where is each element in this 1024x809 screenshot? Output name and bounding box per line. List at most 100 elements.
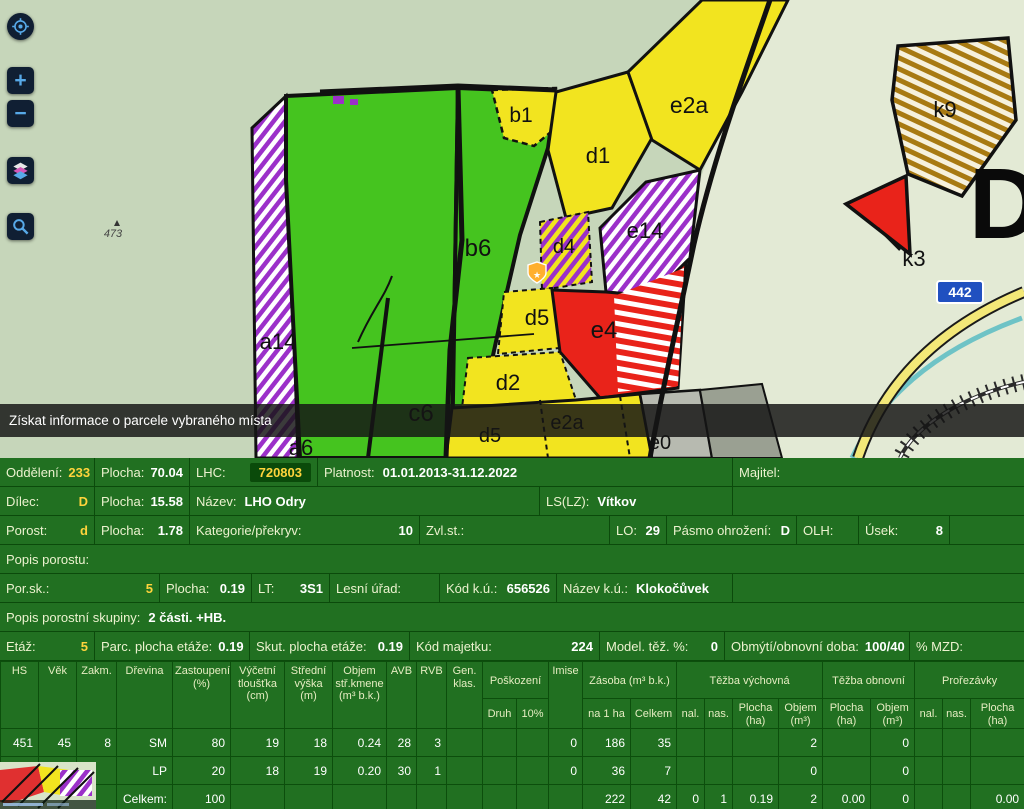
field-lt: LT: 3S1 — [252, 574, 330, 602]
info-row-etaz: Etáž: 5 Parc. plocha etáže: 0.19 Skut. p… — [0, 632, 1024, 661]
field-obmyti: Obmýtí/obnovní doba: 100/40 — [725, 632, 910, 660]
field-label: Úsek: — [865, 523, 898, 538]
field-label: OLH: — [803, 523, 833, 538]
stand-label: b6 — [465, 235, 492, 262]
field-value: 5 — [140, 581, 153, 596]
field-value: LHO Odry — [244, 494, 305, 509]
field-value: d — [74, 523, 88, 538]
col-header-na1ha: na 1 ha — [583, 699, 631, 729]
field-platnost: Platnost: 01.01.2013-31.12.2022 — [318, 458, 733, 486]
field-kod-majetku: Kód majetku: 224 — [410, 632, 600, 660]
cell — [705, 729, 733, 757]
field-value: 70.04 — [144, 465, 183, 480]
layers-icon — [11, 161, 30, 180]
col-header-tv-nal: nal. — [677, 699, 705, 729]
stand-label: a14 — [260, 329, 297, 354]
field-label: Název: — [196, 494, 236, 509]
cell — [517, 729, 549, 757]
cell: 42 — [631, 785, 677, 809]
field-label: LS(LZ): — [546, 494, 589, 509]
svg-text:442: 442 — [948, 284, 972, 300]
layers-button[interactable] — [7, 157, 34, 184]
col-header-10pct: 10% — [517, 699, 549, 729]
cell — [677, 757, 705, 785]
zoom-out-button[interactable]: − — [7, 100, 34, 127]
field-popis-porostu: Popis porostu: — [0, 545, 1024, 573]
marker-star-icon: ★ — [533, 270, 541, 280]
field-label: Popis porostní skupiny: — [6, 610, 140, 625]
col-header-pr-nal: nal. — [915, 699, 943, 729]
cell — [447, 785, 483, 809]
cell — [333, 785, 387, 809]
cell — [915, 785, 943, 809]
parcel-info-panel: Oddělení: 233 Plocha: 70.04 LHC: 720803 … — [0, 458, 1024, 809]
field-value: D — [775, 523, 790, 538]
field-etaz: Etáž: 5 — [0, 632, 95, 660]
cell: 0.00 — [971, 785, 1024, 809]
stand-label: e4 — [591, 317, 618, 344]
field-label: Model. těž. %: — [606, 639, 688, 654]
field-zvlst: Zvl.st.: — [420, 516, 610, 544]
field-label: LHC: — [196, 465, 226, 480]
cell — [943, 729, 971, 757]
field-kod-ku: Kód k.ú.: 656526 — [440, 574, 557, 602]
cell: 1 — [417, 757, 447, 785]
field-oddeleni: Oddělení: 233 — [0, 458, 95, 486]
field-label: Majitel: — [739, 465, 780, 480]
status-bar-text: Získat informace o parcele vybraného mís… — [9, 413, 272, 428]
info-row-porost: Porost: d Plocha: 1.78 Kategorie/překryv… — [0, 516, 1024, 545]
col-group-tezba-obnovni: Těžba obnovní — [823, 662, 915, 699]
field-value: 100/40 — [859, 639, 905, 654]
field-value: 5 — [75, 639, 88, 654]
field-lslz: LS(LZ): Vítkov — [540, 487, 733, 515]
table-row-total: Celkem: 100 222 42 0 1 0.19 2 — [1, 785, 1024, 809]
cell: 19 — [285, 757, 333, 785]
cell — [447, 729, 483, 757]
cell — [417, 785, 447, 809]
col-header-vek: Věk — [39, 662, 77, 729]
district-letter: D — [969, 148, 1024, 260]
locate-button[interactable] — [7, 13, 34, 40]
map-canvas[interactable]: 473 ★ 442 D b1 d1 e2a e14 d4 b6 d5 e4 a1… — [0, 0, 1024, 458]
field-label: Kód k.ú.: — [446, 581, 497, 596]
field-nazev-ku: Název k.ú.: Klokočůvek — [557, 574, 733, 602]
forest-map-app: 473 ★ 442 D b1 d1 e2a e14 d4 b6 d5 e4 a1… — [0, 0, 1024, 809]
col-header-pr-plocha: Plocha (ha) — [971, 699, 1024, 729]
cell: 0 — [871, 757, 915, 785]
field-lesni-urad: Lesní úřad: — [330, 574, 440, 602]
field-value: 0.19 — [372, 639, 403, 654]
map-viewport[interactable]: 473 ★ 442 D b1 d1 e2a e14 d4 b6 d5 e4 a1… — [0, 0, 1024, 458]
cell — [677, 729, 705, 757]
field-value: 224 — [565, 639, 593, 654]
field-label: Oddělení: — [6, 465, 62, 480]
search-button[interactable] — [7, 213, 34, 240]
cell: 18 — [285, 729, 333, 757]
cell: 8 — [77, 729, 117, 757]
field-label: LT: — [258, 581, 274, 596]
field-olh: OLH: — [797, 516, 859, 544]
field-porsk: Por.sk.: 5 — [0, 574, 160, 602]
overview-minimap[interactable] — [0, 762, 96, 809]
field-label: Plocha: — [101, 523, 144, 538]
field-kategorie: Kategorie/překryv: 10 — [190, 516, 420, 544]
cell — [943, 785, 971, 809]
cell — [483, 729, 517, 757]
field-plocha-odd: Plocha: 70.04 — [95, 458, 190, 486]
stand-label: d2 — [496, 370, 520, 395]
zoom-in-button[interactable]: + — [7, 67, 34, 94]
stand-label: e14 — [627, 218, 664, 243]
col-header-tv-nas: nas. — [705, 699, 733, 729]
field-value: 3S1 — [294, 581, 323, 596]
table-header-row-1: HS Věk Zakm. Dřevina Zastoupení (%) Výče… — [1, 662, 1024, 699]
cell: 28 — [387, 729, 417, 757]
field-value: D — [73, 494, 88, 509]
field-value: 1.78 — [152, 523, 183, 538]
field-value: 233 — [62, 465, 90, 480]
field-label: Parc. plocha etáže: — [101, 639, 212, 654]
small-purple-patch — [350, 99, 358, 105]
stand-label: d5 — [525, 305, 549, 330]
field-value: Klokočůvek — [636, 581, 709, 596]
cell: 0 — [779, 757, 823, 785]
info-row-porsk: Por.sk.: 5 Plocha: 0.19 LT: 3S1 Lesní úř… — [0, 574, 1024, 603]
col-header-imise: Imise — [549, 662, 583, 729]
